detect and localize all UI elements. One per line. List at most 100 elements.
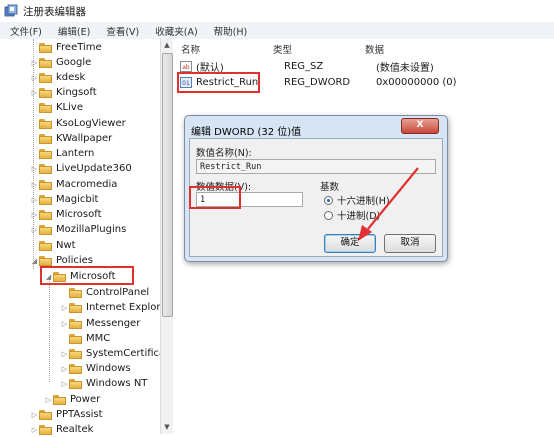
folder-icon	[39, 240, 52, 251]
folder-icon	[39, 118, 52, 129]
tree-item[interactable]: ▷ kdesk	[30, 70, 86, 85]
scroll-up-arrow-icon[interactable]: ▲	[161, 39, 173, 51]
tree-item[interactable]: ▷ Magicbit	[30, 192, 99, 207]
value-type: REG_SZ	[284, 60, 324, 72]
menu-file[interactable]: 文件(F)	[0, 24, 48, 38]
close-button[interactable]: X	[401, 118, 439, 134]
scroll-down-arrow-icon[interactable]: ▼	[161, 421, 173, 433]
column-header-type[interactable]: 类型	[273, 42, 292, 56]
tree-item[interactable]: ▷ Messenger	[60, 316, 141, 331]
radio-selected-icon[interactable]	[324, 195, 333, 205]
value-type: REG_DWORD	[284, 76, 351, 88]
tree-item[interactable]: ▷ Realtek	[30, 422, 94, 437]
tree-item[interactable]: ▷ Windows	[60, 361, 131, 376]
value-data: 0x00000000 (0)	[376, 76, 457, 88]
menu-bar: 文件(F) 编辑(E) 查看(V) 收藏夹(A) 帮助(H)	[0, 22, 554, 40]
tree-item[interactable]: ▷ MozillaPlugins	[30, 222, 126, 237]
folder-icon	[69, 318, 82, 329]
folder-icon	[39, 255, 52, 266]
highlight-data-field	[189, 186, 241, 209]
folder-icon	[53, 394, 66, 405]
tree-guide-line	[49, 277, 50, 382]
menu-edit[interactable]: 编辑(E)	[48, 24, 96, 38]
folder-icon	[39, 224, 52, 235]
expand-arrow-icon[interactable]: ▷	[60, 365, 69, 373]
menu-view[interactable]: 查看(V)	[96, 24, 145, 38]
menu-help[interactable]: 帮助(H)	[204, 24, 254, 38]
registry-tree[interactable]: FreeTime ▷ Google ▷ kdesk ▷ Kingsoft KLive …	[0, 39, 180, 437]
expand-arrow-icon[interactable]: ▷	[30, 59, 39, 67]
folder-icon	[69, 378, 82, 389]
tree-item[interactable]: KWallpaper	[30, 131, 112, 146]
folder-icon	[39, 72, 52, 83]
tree-item[interactable]: Lantern	[30, 146, 94, 161]
folder-icon	[39, 179, 52, 190]
expand-arrow-icon[interactable]: ▷	[30, 426, 39, 434]
highlight-selected-key	[40, 266, 134, 285]
expand-arrow-icon[interactable]: ▷	[44, 396, 53, 404]
cancel-button[interactable]: 取消	[384, 234, 436, 253]
expand-arrow-icon[interactable]: ▷	[60, 350, 69, 358]
base-label: 基数	[320, 182, 340, 193]
folder-icon	[39, 87, 52, 98]
tree-item[interactable]: ▷ Microsoft	[30, 207, 102, 222]
tree-item[interactable]: ▷ LiveUpdate360	[30, 161, 132, 176]
tree-item[interactable]: ControlPanel	[60, 285, 149, 300]
expand-arrow-icon[interactable]: ▷	[60, 380, 69, 388]
tree-item[interactable]: KLive	[30, 100, 83, 115]
expand-arrow-icon[interactable]: ▷	[30, 181, 39, 189]
tree-item[interactable]: ▷ PPTAssist	[30, 407, 103, 422]
scrollbar-thumb[interactable]	[162, 53, 173, 317]
folder-icon	[39, 57, 52, 68]
string-value-icon: ab	[180, 60, 192, 72]
tree-item[interactable]: MMC	[60, 331, 110, 346]
expand-arrow-icon[interactable]: ▷	[30, 211, 39, 219]
expand-arrow-icon[interactable]: ▷	[60, 320, 69, 328]
column-header-name[interactable]: 名称	[181, 42, 200, 56]
folder-icon	[69, 363, 82, 374]
base-group: 基数 十六进制(H) 十进制(D)	[320, 179, 438, 222]
tree-item[interactable]: Nwt	[30, 238, 76, 253]
folder-icon	[39, 194, 52, 205]
dec-radio-label: 十进制(D)	[337, 211, 381, 222]
folder-icon	[39, 163, 52, 174]
tree-scrollbar[interactable]: ▲ ▼	[160, 39, 173, 434]
menu-favorites[interactable]: 收藏夹(A)	[145, 24, 203, 38]
value-name-field: Restrict_Run	[196, 159, 436, 174]
expand-arrow-icon[interactable]: ▷	[60, 304, 69, 312]
hex-radio-label: 十六进制(H)	[337, 196, 390, 207]
radio-unselected-icon[interactable]	[324, 210, 333, 220]
folder-icon	[39, 148, 52, 159]
tree-item[interactable]: ▷ Kingsoft	[30, 85, 97, 100]
hex-radio[interactable]: 十六进制(H)	[324, 194, 390, 207]
folder-icon	[69, 333, 82, 344]
expand-arrow-icon[interactable]: ▷	[30, 165, 39, 173]
tree-item[interactable]: ▷ Windows NT	[60, 376, 148, 391]
highlight-value-entry	[177, 72, 260, 93]
expand-arrow-icon[interactable]: ▷	[30, 226, 39, 234]
tree-item[interactable]: ▷ Power	[44, 392, 100, 407]
dec-radio[interactable]: 十进制(D)	[324, 209, 381, 222]
tree-item[interactable]: ▷ Macromedia	[30, 177, 118, 192]
folder-icon	[39, 209, 52, 220]
ok-button[interactable]: 确定	[324, 234, 376, 253]
folder-icon	[39, 133, 52, 144]
folder-icon	[39, 102, 52, 113]
folder-icon	[39, 424, 52, 435]
column-header-data[interactable]: 数据	[365, 42, 384, 56]
dialog-title: 编辑 DWORD (32 位)值	[191, 127, 302, 138]
expand-arrow-icon[interactable]: ▷	[30, 74, 39, 82]
expand-arrow-icon[interactable]: ▷	[30, 196, 39, 204]
tree-item[interactable]: FreeTime	[30, 40, 102, 55]
folder-icon	[69, 302, 82, 313]
collapse-arrow-icon[interactable]: ◢	[30, 257, 39, 265]
tree-item[interactable]: ▷ Internet Explorer	[60, 300, 171, 315]
folder-icon	[39, 42, 52, 53]
expand-arrow-icon[interactable]: ▷	[30, 411, 39, 419]
value-name-label: 数值名称(N):	[196, 148, 252, 159]
tree-item[interactable]: KsoLogViewer	[30, 116, 126, 131]
tree-item[interactable]: ▷ Google	[30, 55, 91, 70]
expand-arrow-icon[interactable]: ▷	[30, 89, 39, 97]
window-title: 注册表编辑器	[23, 5, 86, 18]
folder-icon	[69, 287, 82, 298]
